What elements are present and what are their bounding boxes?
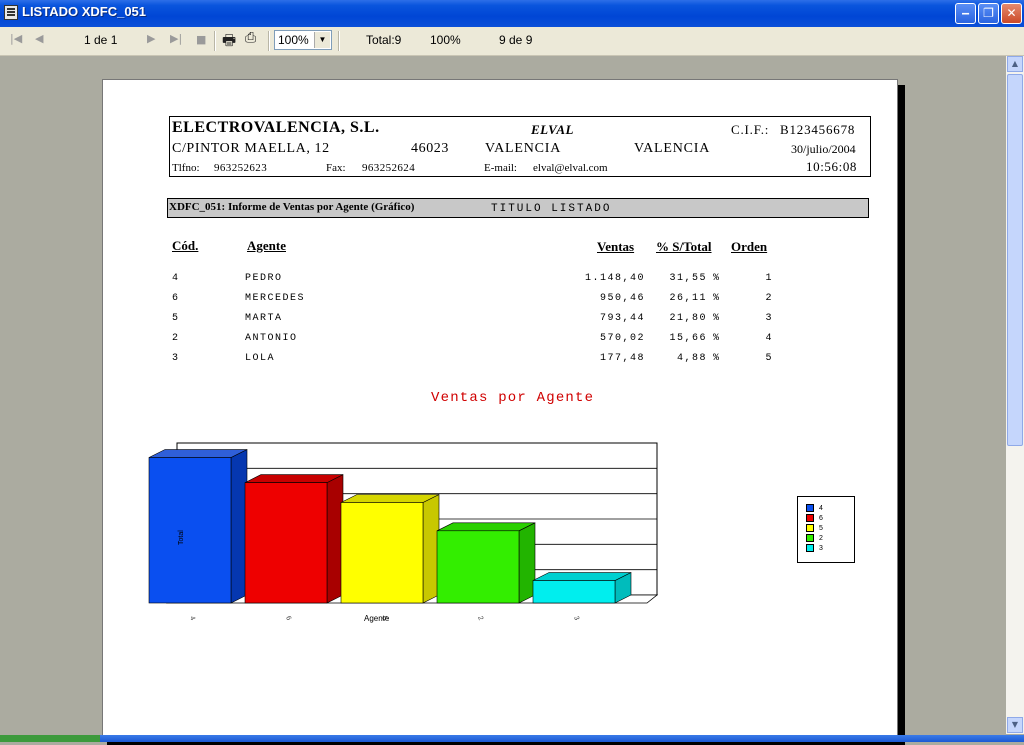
- bar-top: [340, 494, 440, 503]
- bar-side: [422, 494, 440, 604]
- y-axis-label: Total: [178, 530, 185, 545]
- chevron-down-icon[interactable]: ▼: [314, 32, 330, 48]
- report-app-icon[interactable]: [4, 5, 18, 20]
- legend-item: 2: [806, 534, 823, 543]
- vertical-scrollbar[interactable]: ▲ ▼: [1006, 56, 1024, 734]
- first-page-icon[interactable]: |◀: [10, 32, 22, 45]
- legend-swatch: [806, 514, 814, 522]
- legend-swatch: [806, 534, 814, 542]
- bar-chart: 4 6 5 2 3TotalAgente: [148, 442, 659, 623]
- bar-top: [244, 474, 344, 483]
- toolbar-separator: [214, 31, 216, 51]
- x-tick-label: 2: [476, 615, 484, 621]
- bar-side: [326, 474, 344, 604]
- zoom-select[interactable]: 100% ▼: [274, 30, 332, 50]
- legend-label: 4: [819, 504, 823, 512]
- scroll-thumb[interactable]: [1007, 74, 1023, 446]
- record-indicator: 9 de 9: [499, 33, 533, 47]
- legend-item: 4: [806, 504, 823, 513]
- legend-item: 5: [806, 524, 823, 533]
- bar-top: [532, 572, 632, 581]
- last-page-icon[interactable]: ▶|: [170, 32, 182, 45]
- legend-label: 5: [819, 524, 823, 532]
- bar: [436, 530, 520, 604]
- restore-button[interactable]: ❐: [978, 3, 999, 24]
- legend-item: 3: [806, 544, 823, 553]
- scroll-up-icon[interactable]: ▲: [1007, 56, 1023, 72]
- legend-swatch: [806, 504, 814, 512]
- close-button[interactable]: ✕: [1001, 3, 1022, 24]
- legend-label: 6: [819, 514, 823, 522]
- chart-legend: 4 6 5 2 3: [797, 496, 855, 563]
- minimize-button[interactable]: ‒: [955, 3, 976, 24]
- window-titlebar[interactable]: LISTADO XDFC_051 ‒ ❐ ✕: [0, 0, 1024, 27]
- toolbar-separator: [338, 31, 340, 51]
- export-icon[interactable]: ⎙: [245, 30, 256, 46]
- taskbar: [0, 735, 1024, 742]
- bar: [532, 580, 616, 604]
- bar-top: [148, 449, 248, 458]
- legend-item: 6: [806, 514, 823, 523]
- legend-label: 2: [819, 534, 823, 542]
- bar-top: [436, 522, 536, 532]
- report-toolbar: |◀ ◀ 1 de 1 ▶ ▶| ■ 🖶 ⎙ 100% ▼ Total:9 10…: [0, 27, 1024, 56]
- legend-swatch: [806, 544, 814, 552]
- legend-swatch: [806, 524, 814, 532]
- x-tick-label: 6: [284, 615, 292, 621]
- toolbar-separator: [268, 31, 270, 51]
- zoom-value: 100%: [278, 33, 309, 47]
- next-page-icon[interactable]: ▶: [147, 32, 155, 45]
- bar-side: [518, 522, 536, 604]
- x-axis-label: Agente: [364, 614, 390, 623]
- print-icon[interactable]: 🖶: [222, 30, 236, 55]
- legend-label: 3: [819, 544, 823, 552]
- total-count: Total:9: [366, 33, 402, 47]
- x-tick-label: 4: [188, 615, 196, 621]
- bar: [244, 482, 328, 604]
- bar: [340, 502, 424, 604]
- page-indicator: 1 de 1: [84, 33, 118, 47]
- previous-page-icon[interactable]: ◀: [35, 32, 43, 45]
- bar: [148, 457, 232, 604]
- window-title: LISTADO XDFC_051: [22, 4, 147, 19]
- bar-side: [230, 449, 248, 604]
- start-button[interactable]: [0, 735, 100, 742]
- x-tick-label: 3: [572, 615, 580, 621]
- stop-icon[interactable]: ■: [196, 33, 206, 46]
- percent-indicator: 100%: [430, 33, 461, 47]
- report-page: ELECTROVALENCIA, S.L. ELVAL C.I.F.: B123…: [102, 79, 898, 742]
- scroll-down-icon[interactable]: ▼: [1007, 717, 1023, 733]
